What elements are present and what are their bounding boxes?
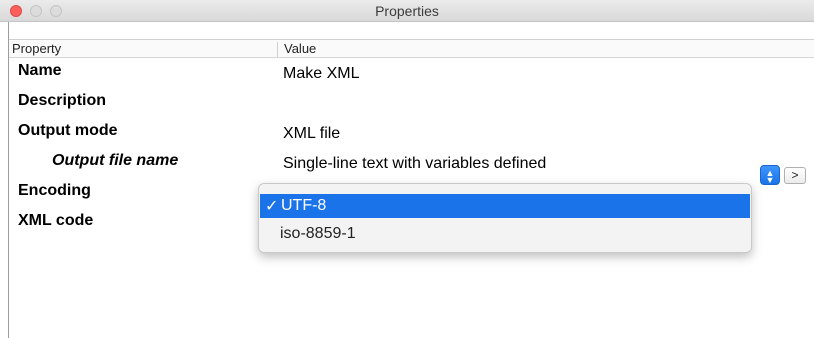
title-bar[interactable]: Properties [0,0,814,22]
property-label: Name [18,62,62,79]
table-row-output-mode[interactable]: Output mode XML file [9,119,814,145]
properties-window: Properties Property Value Name Make XML … [0,0,814,338]
column-header-value[interactable]: Value [284,41,316,56]
column-divider[interactable] [277,42,278,57]
column-header-property[interactable]: Property [12,41,61,56]
chevron-down-icon: ▼ [765,175,775,185]
table-row-output-file-name[interactable]: Output file name Single-line text with v… [9,149,814,175]
dropdown-option-utf-8[interactable]: ✓ UTF-8 [260,194,750,218]
property-label: Output file name [52,152,179,169]
table-row-description[interactable]: Description [9,89,814,115]
table-header: Property Value [9,39,814,58]
property-label: Encoding [18,182,91,199]
properties-table: Property Value Name Make XML Description… [8,22,814,338]
encoding-select-button[interactable]: ▲ ▼ [760,165,780,185]
property-value[interactable]: XML file [283,125,340,143]
encoding-dropdown-menu: ✓ UTF-8 iso-8859-1 [258,183,752,253]
property-label: Description [18,92,107,109]
checkmark-icon: ✓ [265,198,279,215]
window-title: Properties [375,3,439,19]
property-label: Output mode [18,122,118,139]
table-row-name[interactable]: Name Make XML [9,59,814,85]
property-value[interactable]: Single-line text with variables defined [283,155,546,173]
property-value[interactable]: Make XML [283,65,359,83]
dropdown-option-label: iso-8859-1 [280,225,356,242]
encoding-more-button[interactable]: > [784,167,806,184]
property-label: XML code [18,212,94,229]
dropdown-option-iso-8859-1[interactable]: iso-8859-1 [260,222,750,246]
dropdown-option-label: UTF-8 [281,197,327,214]
